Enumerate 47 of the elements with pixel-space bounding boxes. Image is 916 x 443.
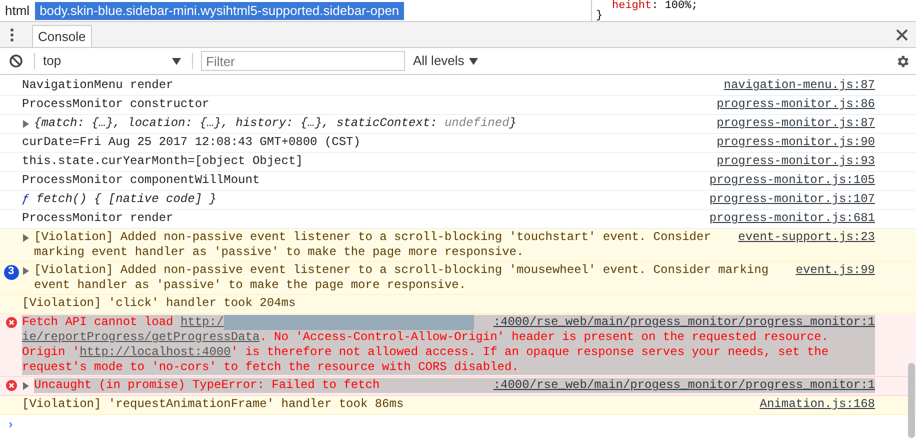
source-link[interactable]: progress-monitor.js:107 <box>709 192 875 207</box>
source-link[interactable]: progress-monitor.js:105 <box>709 173 875 188</box>
message-text: NavigationMenu render <box>22 78 174 92</box>
source-link[interactable]: :4000/rse_web/main/progess_monitor/progress_monitor:1 <box>493 315 875 330</box>
source-link[interactable]: progress-monitor.js:87 <box>716 116 875 131</box>
function-preview[interactable]: ƒ fetch() { [native code] } <box>22 192 216 206</box>
repeat-count: 3 <box>4 265 18 280</box>
source-link[interactable]: event.js:99 <box>796 263 875 278</box>
caret-icon <box>469 58 478 64</box>
message-text: [Violation] Added non-passive event listener to a scroll-blocking 'touchstart' event. Consider marking event handler as 'passive' to make the page more responsive. <box>34 230 711 259</box>
source-link[interactable]: Animation.js:168 <box>760 397 875 412</box>
message-text: ProcessMonitor render <box>22 211 174 225</box>
css-declaration: height: 100%; <box>611 1 699 11</box>
message-text: [Violation] 'click' handler took 204ms <box>22 296 296 310</box>
object-preview[interactable]: {match: {…}, location: {…}, history: {…}, staticContext: undefined} <box>34 116 516 130</box>
expand-triangle-icon[interactable] <box>22 234 30 242</box>
close-icon[interactable] <box>896 28 908 40</box>
message-text: ProcessMonitor constructor <box>22 97 210 111</box>
message-text: [Violation] 'requestAnimationFrame' handler took 86ms <box>22 397 404 411</box>
error-icon <box>6 317 16 328</box>
caret-icon <box>172 58 181 64</box>
source-link[interactable]: event-support.js:23 <box>738 230 875 245</box>
settings-icon[interactable] <box>895 54 910 68</box>
message-text: [Violation] Added non-passive event listener to a scroll-blocking 'mousewheel' event. Consider marking event handler as 'passive' to make the page more responsive. <box>34 263 769 292</box>
message-text: curDate=Fri Aug 25 2017 12:08:43 GMT+0800 (CST) <box>22 135 360 149</box>
levels-dropdown[interactable]: All levels <box>413 51 478 71</box>
expand-triangle-icon[interactable] <box>22 120 30 128</box>
prompt-caret[interactable]: › <box>7 418 14 432</box>
expand-triangle-icon[interactable] <box>22 267 30 275</box>
source-link[interactable]: progress-monitor.js:90 <box>716 135 875 150</box>
css-brace: } <box>596 11 604 21</box>
source-link[interactable]: progress-monitor.js:681 <box>709 211 875 226</box>
breadcrumb-item[interactable]: body.skin-blue.sidebar-mini.wysihtml5-supported.sidebar-open <box>34 2 404 20</box>
source-link[interactable]: :4000/rse_web/main/progess_monitor/progress_monitor:1 <box>493 378 875 393</box>
expand-triangle-icon[interactable] <box>22 382 30 390</box>
drawer-tab[interactable]: Console <box>32 25 92 47</box>
source-link[interactable]: navigation-menu.js:87 <box>724 78 875 93</box>
source-link[interactable]: progress-monitor.js:86 <box>716 97 875 112</box>
source-link[interactable]: progress-monitor.js:93 <box>716 154 875 169</box>
message-text: this.state.curYearMonth=[object Object] <box>22 154 303 168</box>
clear-console-icon[interactable] <box>9 54 23 68</box>
filter-field[interactable]: Filter <box>201 51 405 71</box>
breadcrumb-item[interactable]: html <box>0 2 35 20</box>
context-select[interactable]: top <box>43 51 181 71</box>
scrollbar-thumb[interactable] <box>908 363 915 438</box>
error-icon <box>6 380 16 391</box>
message-text: ProcessMonitor componentWillMount <box>22 173 260 187</box>
